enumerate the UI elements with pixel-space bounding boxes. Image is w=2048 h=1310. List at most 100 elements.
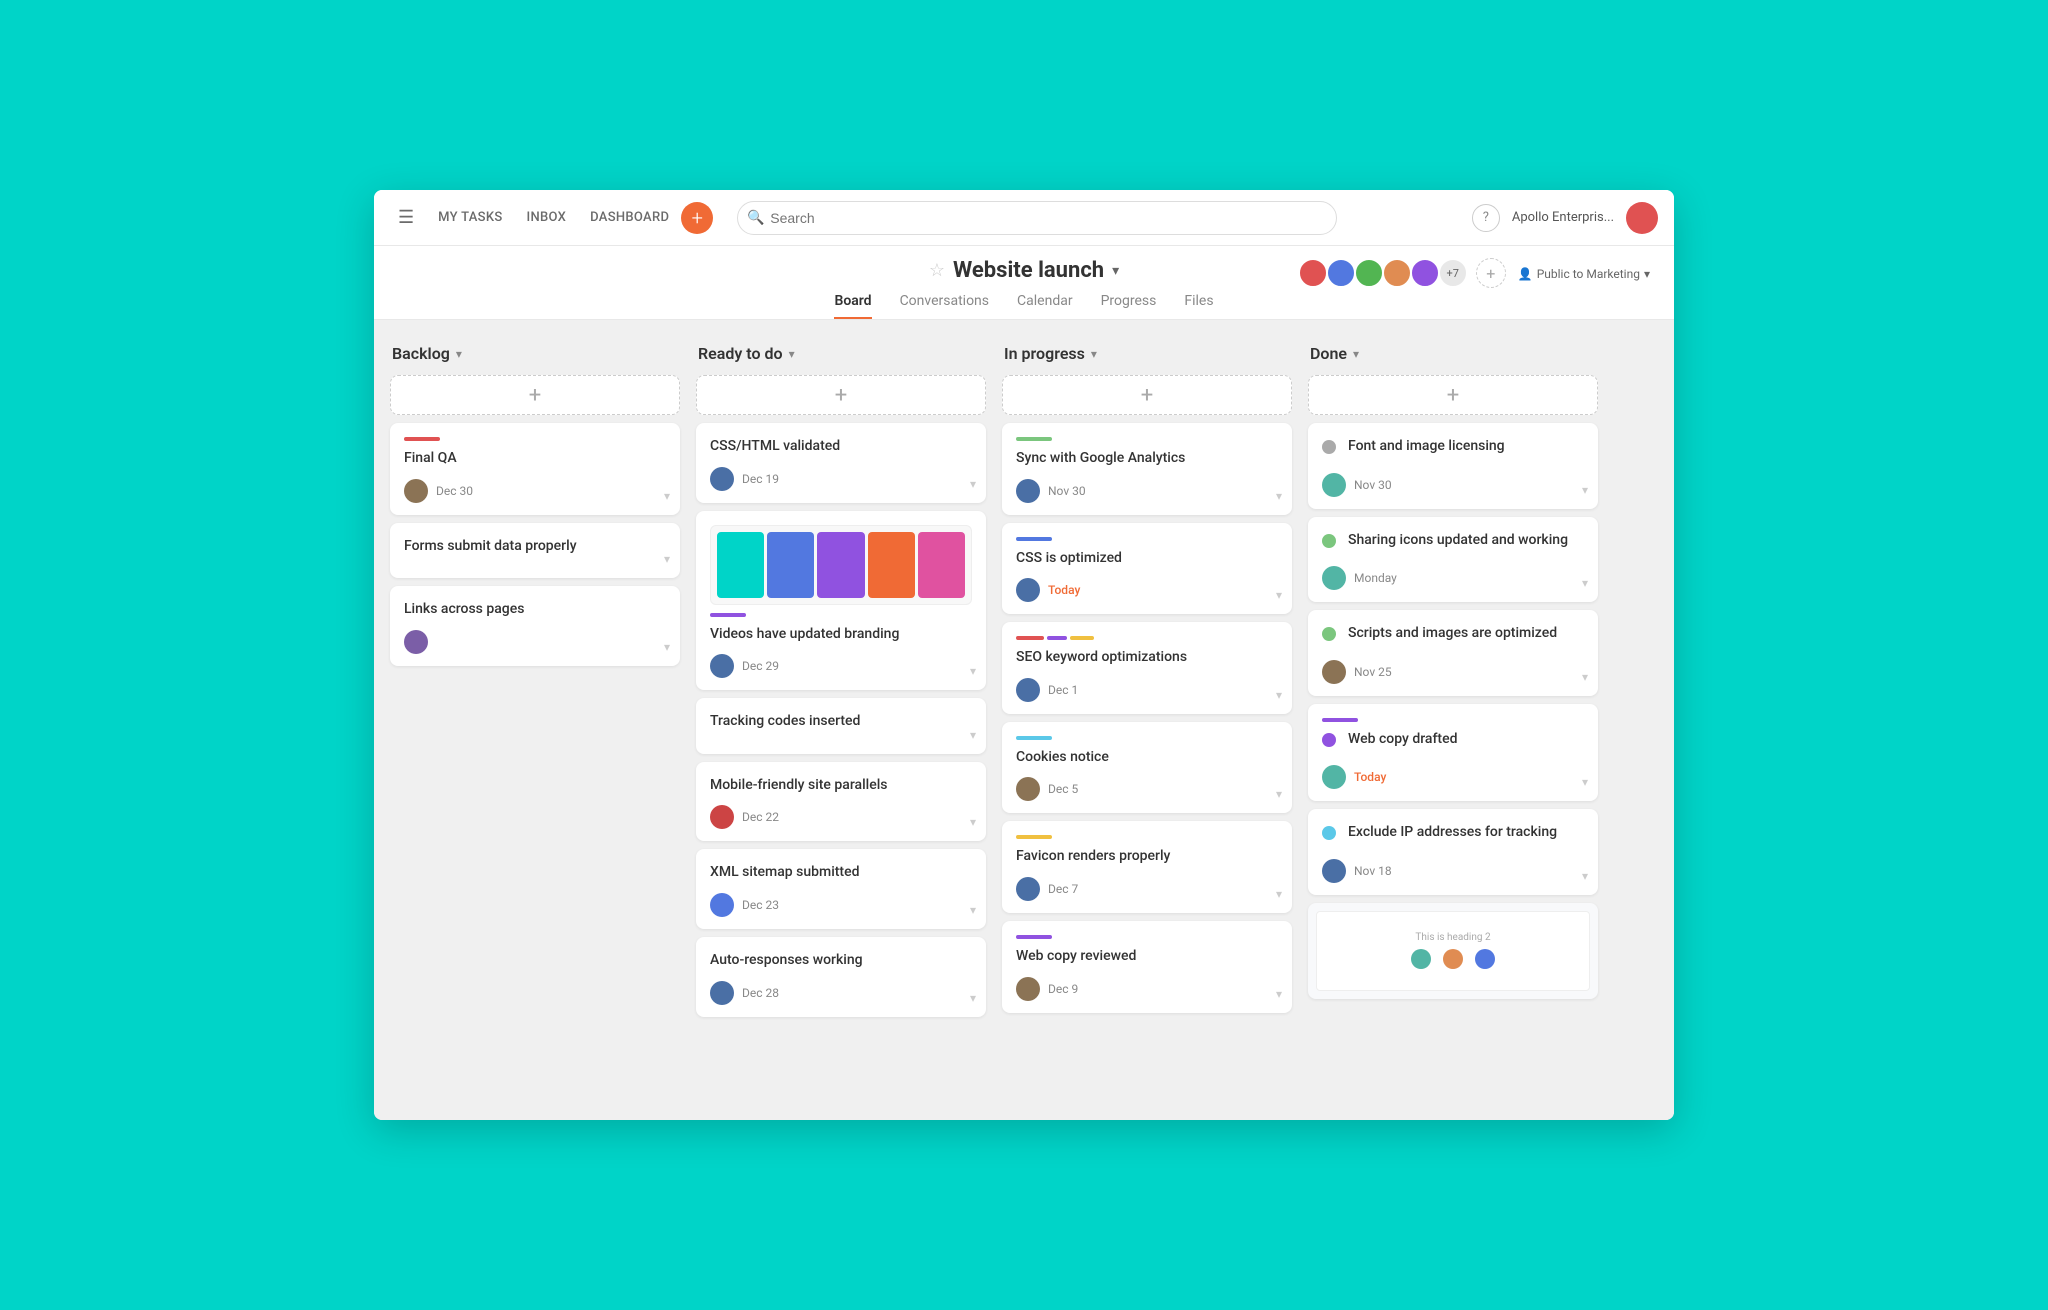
search-input[interactable] [737, 201, 1337, 235]
card-avatar [710, 467, 734, 491]
card-chevron-icon[interactable]: ▾ [1276, 489, 1282, 503]
add-card-ready[interactable]: + [696, 375, 986, 415]
card-chevron-icon[interactable]: ▾ [664, 640, 670, 654]
card-chevron-icon[interactable]: ▾ [664, 552, 670, 566]
card-accent [1016, 935, 1052, 939]
card-videos-branding: Videos have updated branding Dec 29 ▾ [696, 511, 986, 691]
card-meta: Dec 9 [1016, 977, 1278, 1001]
card-css-optimized: CSS is optimized Today ▾ [1002, 523, 1292, 615]
add-button[interactable]: + [681, 202, 713, 234]
card-css-validated: CSS/HTML validated Dec 19 ▾ [696, 423, 986, 503]
card-auto-responses: Auto-responses working Dec 28 ▾ [696, 937, 986, 1017]
bar-teal [717, 532, 764, 598]
card-title-row: Web copy drafted [1322, 730, 1584, 760]
tab-progress[interactable]: Progress [1101, 293, 1157, 319]
card-date: Monday [1354, 571, 1397, 585]
my-tasks-link[interactable]: MY TASKS [438, 210, 502, 225]
card-title: XML sitemap submitted [710, 863, 972, 883]
card-chevron-icon[interactable]: ▾ [1276, 787, 1282, 801]
card-avatar [1016, 479, 1040, 503]
doc-preview-avatars [1411, 949, 1495, 969]
card-final-qa: Final QA Dec 30 ▾ [390, 423, 680, 515]
add-card-done[interactable]: + [1308, 375, 1598, 415]
card-date: Dec 7 [1048, 882, 1078, 896]
card-chevron-icon[interactable]: ▾ [1276, 588, 1282, 602]
card-chevron-icon[interactable]: ▾ [1276, 688, 1282, 702]
card-avatar [710, 805, 734, 829]
add-card-backlog[interactable]: + [390, 375, 680, 415]
card-date: Today [1048, 583, 1080, 597]
card-avatar [1322, 566, 1346, 590]
card-chevron-icon[interactable]: ▾ [1582, 576, 1588, 590]
tab-files[interactable]: Files [1184, 293, 1213, 319]
card-date: Nov 25 [1354, 665, 1392, 679]
done-title: Done [1310, 344, 1347, 363]
bar-pink [918, 532, 965, 598]
column-header-done: Done ▾ [1308, 340, 1598, 367]
card-chevron-icon[interactable]: ▾ [970, 903, 976, 917]
card-meta: Dec 5 [1016, 777, 1278, 801]
column-header-ready: Ready to do ▾ [696, 340, 986, 367]
card-cookies-notice: Cookies notice Dec 5 ▾ [1002, 722, 1292, 814]
card-chevron-icon[interactable]: ▾ [970, 664, 976, 678]
add-card-inprogress[interactable]: + [1002, 375, 1292, 415]
card-accent-multi [1016, 636, 1278, 640]
tab-calendar[interactable]: Calendar [1017, 293, 1073, 319]
tab-conversations[interactable]: Conversations [900, 293, 989, 319]
card-title: Sync with Google Analytics [1016, 449, 1278, 469]
card-chevron-icon[interactable]: ▾ [1276, 887, 1282, 901]
card-web-copy-drafted: Web copy drafted Today ▾ [1308, 704, 1598, 802]
backlog-title: Backlog [392, 344, 450, 363]
project-visibility[interactable]: 👤 Public to Marketing ▾ [1518, 267, 1650, 281]
card-chevron-icon[interactable]: ▾ [1582, 775, 1588, 789]
help-button[interactable]: ? [1472, 204, 1500, 232]
card-meta: Dec 1 [1016, 678, 1278, 702]
ready-chevron-icon[interactable]: ▾ [789, 347, 795, 361]
card-date: Dec 9 [1048, 982, 1078, 996]
card-dot [1322, 733, 1336, 747]
card-chevron-icon[interactable]: ▾ [970, 815, 976, 829]
card-chevron-icon[interactable]: ▾ [1582, 670, 1588, 684]
card-dot [1322, 440, 1336, 454]
card-dot [1322, 534, 1336, 548]
hamburger-icon[interactable]: ☰ [390, 203, 422, 232]
done-chevron-icon[interactable]: ▾ [1353, 347, 1359, 361]
branding-preview [710, 525, 972, 605]
card-scripts-images: Scripts and images are optimized Nov 25 … [1308, 610, 1598, 696]
card-title: Auto-responses working [710, 951, 972, 971]
card-tracking-codes: Tracking codes inserted ▾ [696, 698, 986, 754]
card-title: Final QA [404, 449, 666, 469]
card-date: Dec 19 [742, 472, 779, 486]
star-icon[interactable]: ☆ [929, 260, 945, 281]
card-meta: Dec 7 [1016, 877, 1278, 901]
project-chevron-icon[interactable]: ▾ [1112, 263, 1119, 279]
member-count[interactable]: +7 [1438, 258, 1468, 288]
card-title: Cookies notice [1016, 748, 1278, 768]
card-title-row: Sharing icons updated and working [1322, 531, 1584, 561]
project-members: +7 + 👤 Public to Marketing ▾ [1298, 258, 1650, 288]
card-accent [1016, 736, 1052, 740]
doc-avatar-2 [1443, 949, 1463, 969]
card-chevron-icon[interactable]: ▾ [1582, 483, 1588, 497]
card-chevron-icon[interactable]: ▾ [970, 728, 976, 742]
dashboard-link[interactable]: DASHBOARD [590, 210, 669, 225]
card-chevron-icon[interactable]: ▾ [970, 991, 976, 1005]
user-avatar[interactable] [1626, 202, 1658, 234]
project-title-row: ☆ Website launch ▾ +7 + 👤 Public to Mark… [374, 258, 1674, 283]
backlog-chevron-icon[interactable]: ▾ [456, 347, 462, 361]
inprogress-chevron-icon[interactable]: ▾ [1091, 347, 1097, 361]
tab-board[interactable]: Board [834, 293, 871, 319]
member-avatar-5 [1410, 258, 1440, 288]
inbox-link[interactable]: INBOX [527, 210, 567, 225]
accent-red [1016, 636, 1044, 640]
card-sharing-icons: Sharing icons updated and working Monday… [1308, 517, 1598, 603]
card-xml-sitemap: XML sitemap submitted Dec 23 ▾ [696, 849, 986, 929]
card-chevron-icon[interactable]: ▾ [970, 477, 976, 491]
add-member-button[interactable]: + [1476, 258, 1506, 288]
card-avatar [1016, 678, 1040, 702]
card-title: Sharing icons updated and working [1348, 531, 1568, 551]
card-meta: Nov 25 [1322, 660, 1584, 684]
card-chevron-icon[interactable]: ▾ [1582, 869, 1588, 883]
card-chevron-icon[interactable]: ▾ [664, 489, 670, 503]
card-chevron-icon[interactable]: ▾ [1276, 987, 1282, 1001]
